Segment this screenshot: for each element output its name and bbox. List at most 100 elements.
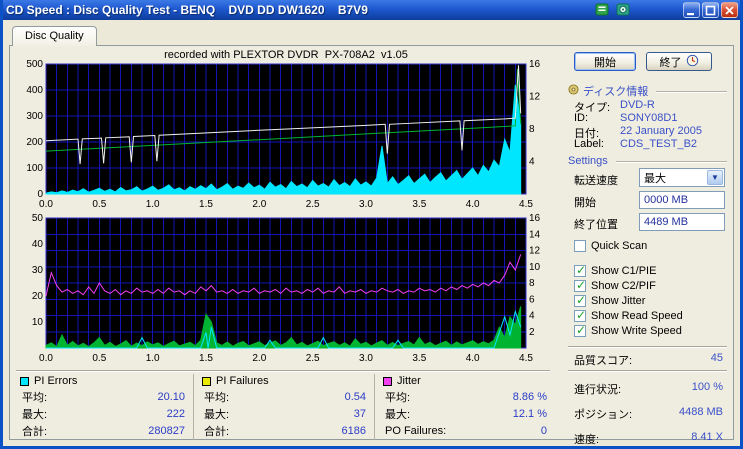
window-controls	[683, 2, 738, 18]
svg-text:12: 12	[529, 92, 541, 103]
field-label: 日付:	[574, 128, 600, 140]
stat-row: PO Failures: 0	[383, 422, 547, 439]
checkbox-show-write-speed[interactable]: Show Write Speed	[574, 323, 682, 338]
stat-header: PI Errors	[20, 374, 185, 388]
exit-button[interactable]: 終了	[646, 52, 712, 71]
stat-value: 20.10	[157, 390, 185, 403]
speed-value: 8.41 X	[691, 431, 723, 443]
checkbox-show-jitter[interactable]: Show Jitter	[574, 293, 646, 308]
checkbox-show-c1-pie[interactable]: Show C1/PIE	[574, 263, 657, 278]
maximize-button[interactable]	[702, 2, 719, 18]
jitter-chart: 10 20 30 40 50 2 4 6 8 10 12 14 16 0.0 0.5 1.0 1.5 2.0 2.5…	[12, 213, 552, 366]
svg-text:1.0: 1.0	[146, 199, 160, 210]
checkbox-show-read-speed[interactable]: Show Read Speed	[574, 308, 683, 323]
settings-title: Settings	[568, 155, 608, 167]
separator	[568, 346, 727, 348]
svg-text:40: 40	[32, 239, 44, 250]
stat-value: 222	[166, 407, 185, 420]
svg-text:2.5: 2.5	[306, 199, 320, 210]
titlebar-icon[interactable]	[615, 2, 631, 17]
close-button[interactable]	[721, 2, 738, 18]
svg-text:2.0: 2.0	[252, 353, 266, 364]
checkbox-label: Show Jitter	[591, 295, 646, 307]
checkbox-box	[574, 263, 586, 277]
stat-label: 最大:	[204, 408, 230, 421]
svg-text:100: 100	[26, 163, 43, 174]
svg-text:10: 10	[32, 317, 44, 328]
quality-score-row: 品質スコア: 45	[574, 352, 723, 367]
field-value: DVD-R	[620, 99, 655, 111]
stat-row: 最大: 12.1 %	[383, 405, 547, 422]
content-panel: recorded with PLEXTOR DVDR PX-708A2 v1.0…	[9, 45, 734, 446]
svg-text:4.5: 4.5	[519, 199, 533, 210]
start-button[interactable]: 開始	[574, 52, 636, 71]
svg-text:3.5: 3.5	[412, 199, 426, 210]
svg-text:4: 4	[529, 157, 535, 168]
stat-panel-pi-errors: PI Errors 平均: 20.10 最大: 222 合計: 280827	[12, 374, 193, 440]
stat-row: 合計: 280827	[20, 422, 185, 439]
svg-text:0.5: 0.5	[92, 353, 106, 364]
svg-text:16: 16	[529, 214, 541, 224]
stat-row: 平均: 0.54	[202, 388, 366, 405]
stat-row: 最大: 37	[202, 405, 366, 422]
start-position-input[interactable]	[639, 191, 725, 209]
stat-label: 最大:	[22, 408, 48, 421]
window-title: CD Speed : Disc Quality Test - BENQ DVD …	[6, 3, 368, 17]
svg-text:2.0: 2.0	[252, 199, 266, 210]
minimize-button[interactable]	[683, 2, 700, 18]
checkbox-quick-scan[interactable]: Quick Scan	[574, 239, 647, 253]
svg-text:1.5: 1.5	[199, 353, 213, 364]
svg-text:3.0: 3.0	[359, 199, 373, 210]
separator	[568, 370, 727, 372]
svg-text:3.5: 3.5	[412, 353, 426, 364]
svg-text:16: 16	[529, 60, 541, 70]
titlebar[interactable]: CD Speed : Disc Quality Test - BENQ DVD …	[3, 0, 740, 20]
speed-label: 速度:	[574, 434, 600, 446]
field-label: タイプ:	[574, 102, 611, 114]
app-window: CD Speed : Disc Quality Test - BENQ DVD …	[0, 0, 743, 449]
stat-header: PI Failures	[202, 374, 366, 388]
svg-text:200: 200	[26, 137, 43, 148]
settings-section-header: Settings	[568, 154, 727, 168]
quality-score-value: 45	[710, 352, 723, 364]
stat-row: 平均: 8.86 %	[383, 388, 547, 405]
stat-value: 37	[353, 407, 366, 420]
checkbox-box	[574, 278, 586, 292]
disc-info-section-header: ディスク情報	[568, 84, 727, 98]
svg-text:6: 6	[529, 294, 535, 305]
svg-text:4: 4	[529, 311, 535, 322]
stat-value: 0.54	[344, 390, 366, 403]
stat-value: 12.1 %	[512, 407, 547, 420]
titlebar-icon[interactable]	[594, 2, 610, 17]
speed-row: 速度: 8.41 X	[574, 431, 723, 446]
svg-text:0.5: 0.5	[92, 199, 106, 210]
stat-label: PO Failures:	[385, 424, 447, 437]
svg-text:4.5: 4.5	[519, 353, 533, 364]
end-position-input[interactable]	[639, 213, 725, 231]
checkbox-label: Show Write Speed	[591, 325, 682, 337]
svg-text:30: 30	[32, 265, 44, 276]
checkbox-label: Show Read Speed	[591, 310, 683, 322]
titlebar-icons	[594, 2, 631, 17]
stat-value: 280827	[148, 424, 185, 437]
tab-disc-quality[interactable]: Disc Quality	[12, 26, 97, 46]
svg-text:1.5: 1.5	[199, 199, 213, 210]
exit-button-label: 終了	[659, 56, 682, 69]
svg-text:2: 2	[529, 327, 535, 338]
disc-date-row: 日付: 22 January 2005	[574, 125, 727, 140]
disc-info-title: ディスク情報	[583, 86, 649, 98]
stat-panel-pi-failures: PI Failures 平均: 0.54 最大: 37 合計: 6186	[193, 374, 374, 440]
stat-label: 合計:	[204, 425, 230, 438]
svg-text:20: 20	[32, 291, 44, 302]
checkbox-label: Show C1/PIE	[591, 265, 657, 277]
checkbox-box	[574, 308, 586, 322]
checkbox-show-c2-pif[interactable]: Show C2/PIF	[574, 278, 656, 293]
stat-label: 最大:	[385, 408, 411, 421]
progress-row: 進行状況: 100 %	[574, 381, 723, 396]
quality-score-label: 品質スコア:	[574, 355, 633, 367]
svg-text:500: 500	[26, 60, 43, 70]
checkbox-box	[574, 293, 586, 307]
checkbox-label: Quick Scan	[591, 240, 648, 252]
transfer-speed-select[interactable]: 最大 ▼	[639, 168, 725, 187]
disc-id-row: ID: SONY08D1	[574, 112, 727, 125]
